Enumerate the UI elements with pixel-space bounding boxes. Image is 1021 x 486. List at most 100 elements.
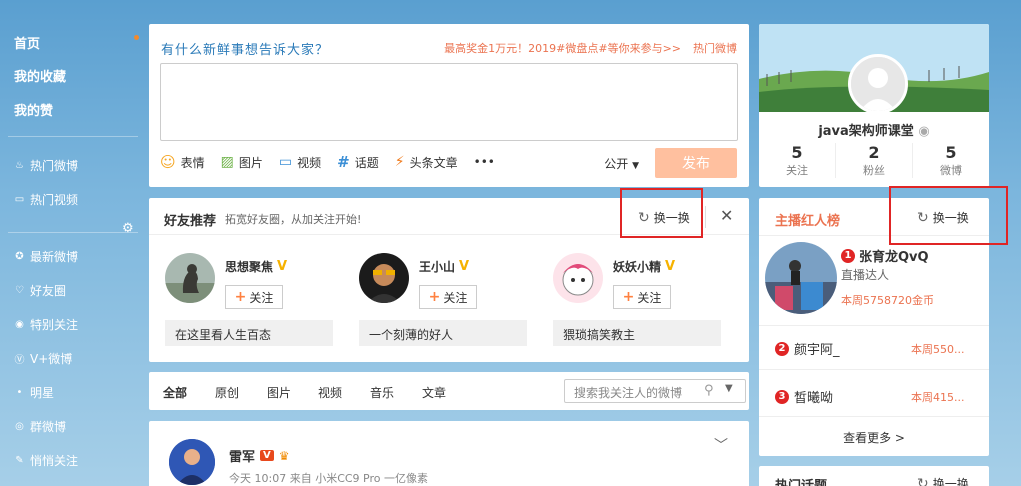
visibility-select[interactable]: 公开 ▼	[604, 155, 639, 172]
gear-icon[interactable]: ⚙	[122, 221, 134, 236]
nav-special[interactable]: ◉ 特别关注	[14, 316, 78, 333]
avatar[interactable]	[848, 54, 908, 114]
tool-video[interactable]: ▭ 视频	[279, 154, 321, 171]
friend-card: 妖妖小精 V + 关注 猥琐搞笑教主	[553, 253, 733, 353]
verified-icon: V	[277, 259, 288, 274]
friend-title: 好友推荐	[164, 214, 217, 229]
verified-icon: V	[459, 259, 470, 274]
feed-search-input[interactable]: 搜索我关注人的微博 ⚲ ▼	[564, 379, 746, 403]
avatar[interactable]	[553, 253, 603, 303]
friend-card: 王小山 V + 关注 一个刻薄的好人	[359, 253, 539, 353]
nav-latest[interactable]: ✪ 最新微博	[14, 248, 78, 265]
friend-subtitle: 拓宽好友圈，从加关注开始!	[225, 213, 362, 226]
hot-weibo-link[interactable]: 热门微博	[693, 40, 737, 56]
highlight-box	[620, 188, 703, 238]
post-meta: 今天 10:07 来自 小米CC9 Pro 一亿像素	[229, 472, 428, 485]
tool-article[interactable]: ⚡ 头条文章	[395, 154, 458, 171]
friend-name[interactable]: 思想聚焦 V	[225, 258, 287, 275]
topics-refresh-button[interactable]: ↻ 换一换	[917, 475, 969, 486]
group-icon: ◎	[15, 421, 24, 432]
follow-button[interactable]: + 关注	[225, 285, 283, 309]
nav-group[interactable]: ◎ 群微博	[14, 418, 66, 435]
stat-following[interactable]: 5 关注	[759, 143, 836, 178]
promo-link[interactable]: 最高奖金1万元！2019#微盘点#等你来参与>>	[444, 40, 681, 56]
plus-icon: +	[428, 289, 441, 305]
nav-stars[interactable]: • 明星	[14, 384, 54, 401]
more-icon[interactable]: •••	[474, 155, 495, 169]
verified-icon: V	[260, 450, 274, 461]
divider	[759, 416, 989, 417]
nav-home[interactable]: 首页	[14, 33, 40, 52]
nav-divider	[8, 232, 138, 233]
publish-row: 公开 ▼ 发布	[604, 148, 737, 178]
nav-likes[interactable]: 我的赞	[14, 100, 53, 119]
profile-name[interactable]: java架构师课堂 ◉	[759, 120, 989, 139]
stat-posts[interactable]: 5 微博	[913, 143, 989, 178]
topics-title: 热门话题	[775, 475, 827, 486]
host-image[interactable]	[765, 242, 837, 314]
composer-prompt: 有什么新鲜事想告诉大家？	[161, 43, 330, 58]
lightning-icon: ⚡	[394, 154, 405, 170]
nav-favorites[interactable]: 我的收藏	[14, 66, 66, 85]
vplus-icon: Ⓥ	[14, 355, 25, 366]
refresh-icon: ↻	[917, 475, 929, 486]
host-title: 主播红人榜	[775, 214, 841, 229]
friend-card: 思想聚焦 V + 关注 在这里看人生百态	[165, 253, 345, 353]
tab-all[interactable]: 全部	[163, 384, 187, 401]
post-author[interactable]: 雷军 V ♛	[229, 446, 290, 466]
tool-emoji[interactable]: ☺ 表情	[160, 153, 205, 171]
plus-icon: +	[234, 289, 247, 305]
plus-icon: +	[622, 289, 635, 305]
friend-name[interactable]: 妖妖小精 V	[613, 258, 675, 275]
robot-icon: ◉	[918, 124, 930, 139]
close-icon[interactable]: ✕	[720, 206, 733, 225]
host-row[interactable]: 2 颜宇阿_ 本周550...	[775, 339, 975, 358]
promo-links: 最高奖金1万元！2019#微盘点#等你来参与>> 热门微博	[444, 40, 737, 56]
tab-videos[interactable]: 视频	[318, 384, 342, 401]
tab-images[interactable]: 图片	[267, 384, 291, 401]
image-icon: ▨	[220, 154, 234, 170]
vip-icon: ♛	[278, 448, 290, 463]
search-icon[interactable]: ⚲	[704, 383, 714, 398]
tab-articles[interactable]: 文章	[422, 384, 446, 401]
nav-hot-video[interactable]: ▭ 热门视频	[14, 191, 78, 208]
dot-icon: •	[16, 387, 23, 398]
composer: 有什么新鲜事想告诉大家？ 最高奖金1万元！2019#微盘点#等你来参与>> 热门…	[149, 24, 749, 187]
nav-vplus[interactable]: Ⓥ V+微博	[14, 350, 73, 367]
fire-icon: ♨	[15, 160, 24, 171]
video-icon: ▭	[14, 194, 25, 205]
tab-music[interactable]: 音乐	[370, 384, 394, 401]
view-more-link[interactable]: 查看更多 >	[759, 429, 989, 446]
nav-secret[interactable]: ✎ 悄悄关注	[14, 452, 78, 469]
follow-button[interactable]: + 关注	[419, 285, 477, 309]
tool-image[interactable]: ▨ 图片	[221, 154, 263, 171]
profile-stats: 5 关注 2 粉丝 5 微博	[759, 143, 989, 178]
composer-textarea[interactable]	[160, 63, 738, 141]
host-1-score: 本周5758720金币	[841, 294, 934, 307]
post-card: 雷军 V ♛ 今天 10:07 来自 小米CC9 Pro 一亿像素 ﹀	[149, 421, 749, 486]
stat-followers[interactable]: 2 粉丝	[836, 143, 913, 178]
nav-divider	[8, 136, 138, 137]
composer-tools: ☺ 表情 ▨ 图片 ▭ 视频 # 话题 ⚡ 头条文章 •••	[160, 153, 495, 171]
nav-friends-circle[interactable]: ♡ 好友圈	[14, 282, 66, 299]
avatar[interactable]	[165, 253, 215, 303]
hash-icon: #	[337, 153, 350, 171]
friend-desc: 一个刻薄的好人	[359, 320, 527, 346]
follow-button[interactable]: + 关注	[613, 285, 671, 309]
nav-hot-weibo[interactable]: ♨ 热门微博	[14, 157, 78, 174]
verified-icon: V	[665, 259, 676, 274]
profile-card: java架构师课堂 ◉ 5 关注 2 粉丝 5 微博	[759, 24, 989, 187]
chevron-down-icon[interactable]: ▼	[725, 383, 733, 394]
heart-icon: ♡	[15, 285, 24, 296]
tool-topic[interactable]: # 话题	[337, 153, 379, 171]
chevron-down-icon[interactable]: ﹀	[714, 435, 728, 455]
host-1-role: 直播达人	[841, 268, 890, 282]
host-row[interactable]: 3 皙曦呦 本周415...	[775, 387, 975, 406]
avatar[interactable]	[169, 439, 215, 485]
avatar[interactable]	[359, 253, 409, 303]
publish-button[interactable]: 发布	[655, 148, 737, 178]
friend-name[interactable]: 王小山 V	[419, 258, 469, 275]
tab-original[interactable]: 原创	[215, 384, 239, 401]
divider	[705, 206, 706, 228]
host-1-name[interactable]: 1 张育龙QvQ	[841, 246, 929, 265]
